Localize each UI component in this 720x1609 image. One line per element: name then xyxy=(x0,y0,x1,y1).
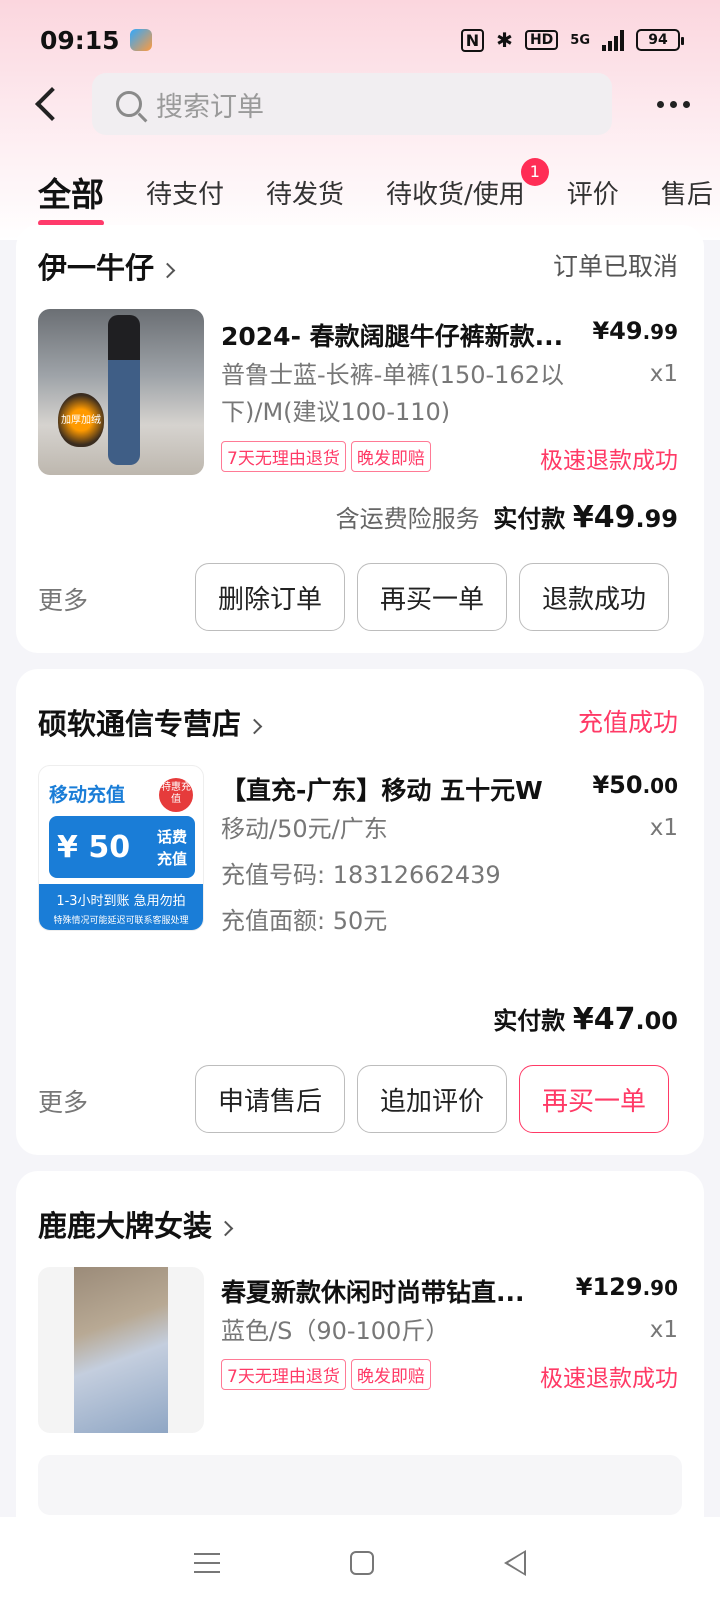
service-tags: 7天无理由退货 晚发即赔 xyxy=(221,441,436,472)
apply-after-sales-button[interactable]: 申请售后 xyxy=(195,1065,345,1133)
add-review-button[interactable]: 追加评价 xyxy=(357,1065,507,1133)
tab-badge: 1 xyxy=(520,158,549,186)
system-back-button[interactable] xyxy=(504,1550,526,1576)
home-button[interactable] xyxy=(350,1551,374,1575)
product-quantity: x1 xyxy=(649,815,678,841)
delete-order-button[interactable]: 删除订单 xyxy=(195,563,345,631)
product-image[interactable]: 移动充值 特惠充值 ¥ 50 话费 充值 1-3小时到账 急用勿拍 特殊情况可能… xyxy=(38,765,204,931)
product-quantity: x1 xyxy=(649,361,678,387)
tab-pending-shipment[interactable]: 待发货 xyxy=(266,156,344,211)
payment-summary: 实付款 ¥47.00 xyxy=(493,1002,678,1037)
tab-pending-receipt[interactable]: 待收货/使用 1 xyxy=(386,156,549,211)
service-tag: 晚发即赔 xyxy=(350,441,431,472)
shop-name[interactable]: 硕软通信专营店 xyxy=(38,701,263,743)
system-nav-bar xyxy=(0,1517,720,1609)
network-type: 5G xyxy=(570,32,590,48)
nfc-icon: N xyxy=(460,28,485,52)
product-title[interactable]: 春夏新款休闲时尚带钻直... xyxy=(221,1273,561,1309)
product-price: ¥49.99 xyxy=(592,317,678,345)
product-spec: 蓝色/S（90-100斤） xyxy=(221,1317,450,1345)
chevron-right-icon xyxy=(217,1220,234,1236)
recharge-note: 1-3小时到账 急用勿拍 特殊情况可能延迟可联系客服处理 xyxy=(39,884,203,930)
discount-badge: 特惠充值 xyxy=(159,778,193,812)
signal-icon xyxy=(602,29,624,51)
refund-status: 极速退款成功 xyxy=(540,448,678,474)
recharge-title: 移动充值 xyxy=(49,784,126,806)
thermal-badge: 加厚加绒 xyxy=(58,393,104,447)
hd-icon: HD xyxy=(524,30,559,50)
service-tags: 7天无理由退货 晚发即赔 xyxy=(221,1359,436,1390)
recharge-number: 充值号码: 18312662439 xyxy=(221,861,501,889)
order-status: 订单已取消 xyxy=(552,252,678,281)
service-tag: 7天无理由退货 xyxy=(221,1359,346,1390)
product-price: ¥50.00 xyxy=(592,771,678,799)
more-link[interactable]: 更多 xyxy=(38,1083,88,1119)
product-quantity: x1 xyxy=(649,1317,678,1343)
chevron-right-icon xyxy=(159,262,176,278)
battery-icon: 94 xyxy=(636,29,684,51)
product-price: ¥129.90 xyxy=(575,1273,678,1301)
order-card: 鹿鹿大牌女装 春夏新款休闲时尚带钻直... ¥129.90 蓝色/S（90-10… xyxy=(16,1171,704,1551)
order-tabs: 全部 待支付 待发货 待收货/使用 1 评价 售后 xyxy=(0,156,720,228)
back-arrow-icon xyxy=(35,87,69,121)
chevron-right-icon xyxy=(246,718,263,734)
order-card: 伊一牛仔 订单已取消 加厚加绒 2024- 春款阔腿牛仔裤新款... ¥49.9… xyxy=(16,225,704,653)
recent-apps-button[interactable] xyxy=(194,1553,220,1573)
product-image[interactable]: 加厚加绒 xyxy=(38,309,204,475)
battery-level: 94 xyxy=(648,32,668,48)
tab-all[interactable]: 全部 xyxy=(38,156,104,226)
product-image[interactable] xyxy=(38,1267,204,1433)
product-spec: 普鲁士蓝-长裤-单裤(150-162以下)/M(建议100-110) xyxy=(221,361,564,426)
status-icons: N ✱ HD 5G 94 xyxy=(460,28,684,52)
search-placeholder: 搜索订单 xyxy=(156,91,264,123)
status-bar: 09:15 N ✱ HD 5G 94 xyxy=(0,0,720,80)
search-icon xyxy=(116,91,142,117)
order-card: 硕软通信专营店 充值成功 移动充值 特惠充值 ¥ 50 话费 充值 1-3小时到… xyxy=(16,669,704,1155)
order-status: 充值成功 xyxy=(577,708,678,737)
jeans-photo xyxy=(74,1267,168,1433)
more-link[interactable]: 更多 xyxy=(38,581,88,617)
shop-name[interactable]: 伊一牛仔 xyxy=(38,245,176,287)
refund-success-button[interactable]: 退款成功 xyxy=(519,563,669,631)
more-options-button[interactable] xyxy=(657,100,690,108)
tab-review[interactable]: 评价 xyxy=(567,156,619,211)
logistics-strip[interactable] xyxy=(38,1455,682,1515)
back-button[interactable] xyxy=(28,72,88,136)
service-tag: 晚发即赔 xyxy=(350,1359,431,1390)
shop-name[interactable]: 鹿鹿大牌女装 xyxy=(38,1203,234,1245)
product-title[interactable]: 2024- 春款阔腿牛仔裤新款... xyxy=(221,317,561,353)
service-tag: 7天无理由退货 xyxy=(221,441,346,472)
payment-summary: 含运费险服务 实付款 ¥49.99 xyxy=(335,500,678,535)
recharge-amount-box: ¥ 50 话费 充值 xyxy=(49,816,195,878)
buy-again-button[interactable]: 再买一单 xyxy=(357,563,507,631)
app-notification-icon xyxy=(129,29,152,51)
refund-status: 极速退款成功 xyxy=(540,1366,678,1392)
buy-again-button[interactable]: 再买一单 xyxy=(519,1065,669,1133)
bluetooth-icon: ✱ xyxy=(496,28,513,52)
tab-after-sales[interactable]: 售后 xyxy=(661,156,713,211)
recharge-value: 充值面额: 50元 xyxy=(221,907,388,935)
product-spec: 移动/50元/广东 xyxy=(221,815,388,843)
status-time: 09:15 xyxy=(40,25,120,55)
search-input[interactable]: 搜索订单 xyxy=(92,73,612,135)
model-figure xyxy=(108,315,140,465)
tab-pending-payment[interactable]: 待支付 xyxy=(146,156,224,211)
product-title[interactable]: 【直充-广东】移动 五十元W xyxy=(221,771,561,807)
search-row: 搜索订单 xyxy=(0,72,720,136)
